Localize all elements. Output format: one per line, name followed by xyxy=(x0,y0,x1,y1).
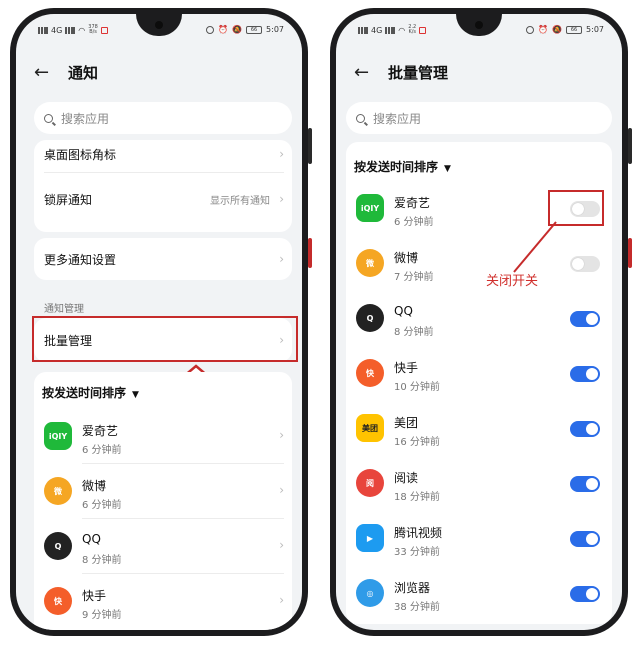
notification-settings-card: 桌面图标角标 › 锁屏通知 显示所有通知 › xyxy=(34,140,292,232)
iqiyi-icon: iQIY xyxy=(44,422,72,450)
weibo-icon: 微 xyxy=(44,477,72,505)
list-item: Q QQ 8 分钟前 xyxy=(356,292,604,346)
record-icon xyxy=(100,26,108,34)
more-settings-label: 更多通知设置 xyxy=(44,252,117,267)
back-arrow-icon[interactable]: ← xyxy=(34,62,68,83)
battery-icon: 66 xyxy=(246,25,263,34)
qq-penguin-icon: Q xyxy=(44,532,72,560)
annotation-pointer-line xyxy=(513,221,557,273)
dropdown-triangle-icon: ▼ xyxy=(132,390,139,400)
chevron-right-icon: › xyxy=(279,538,284,552)
search-icon xyxy=(44,113,53,123)
search-input[interactable]: 搜索应用 xyxy=(34,102,292,134)
page-title: 批量管理 xyxy=(388,63,449,82)
more-settings-card[interactable]: 更多通知设置 › xyxy=(34,238,292,280)
annotation-label: 关闭开关 xyxy=(486,274,539,289)
net-speed: 2.2 K/s xyxy=(408,24,417,35)
power-button xyxy=(308,238,312,268)
back-arrow-icon[interactable]: ← xyxy=(354,62,388,83)
chevron-right-icon: › xyxy=(279,483,284,497)
eye-icon xyxy=(206,25,215,34)
volume-button xyxy=(628,128,632,164)
notification-toggle[interactable] xyxy=(570,421,600,437)
highlight-box xyxy=(32,316,298,362)
chevron-right-icon: › xyxy=(279,192,284,206)
notification-toggle[interactable] xyxy=(570,256,600,272)
page-title: 通知 xyxy=(68,63,99,82)
reader-icon: 阅 xyxy=(356,469,384,497)
list-item: ◎ 浏览器 38 分钟前 xyxy=(356,567,604,621)
notification-settings-screen: 4G ◠ 378 B/s ⏰ 🔕 66 5:07 ← 通知 搜索应用 桌面图标角… xyxy=(16,14,302,630)
list-item: 微 微博 7 分钟前 xyxy=(356,237,604,291)
eye-icon xyxy=(526,25,535,34)
weibo-icon: 微 xyxy=(356,249,384,277)
list-item[interactable]: 微 微博 6 分钟前 › xyxy=(44,465,284,519)
signal-icon xyxy=(385,26,396,34)
lockscreen-setting-row[interactable]: 锁屏通知 显示所有通知 › xyxy=(44,184,284,214)
chevron-right-icon: › xyxy=(279,593,284,607)
top-bar: ← 通知 xyxy=(34,54,286,90)
notification-toggle[interactable] xyxy=(570,311,600,327)
search-icon xyxy=(356,113,365,123)
record-icon xyxy=(419,26,427,34)
mute-icon: 🔕 xyxy=(552,25,563,34)
left-phone: 4G ◠ 378 B/s ⏰ 🔕 66 5:07 ← 通知 搜索应用 桌面图标角… xyxy=(10,8,312,636)
app-list-card: 按发送时间排序 ▼ iQIY 爱奇艺 6 分钟前 › 微 微博 6 分钟前 › Q… xyxy=(34,372,292,630)
top-bar: ← 批量管理 xyxy=(354,54,606,90)
search-placeholder: 搜索应用 xyxy=(373,111,422,126)
network-type: 4G xyxy=(51,25,63,35)
lockscreen-value: 显示所有通知 xyxy=(210,195,270,207)
battery-icon: 66 xyxy=(566,25,583,34)
right-phone: 4G ◠ 2.2 K/s ⏰ 🔕 66 5:07 ← 批量管理 搜索应用 按发送… xyxy=(330,8,632,636)
notification-toggle[interactable] xyxy=(570,366,600,382)
badge-setting-row[interactable]: 桌面图标角标 › xyxy=(44,143,284,165)
network-type: 4G xyxy=(371,25,383,35)
search-input[interactable]: 搜索应用 xyxy=(346,102,612,134)
qq-penguin-icon: Q xyxy=(356,304,384,332)
list-item: 阅 阅读 18 分钟前 xyxy=(356,457,604,511)
status-bar: 4G ◠ 378 B/s ⏰ 🔕 66 5:07 xyxy=(38,25,284,39)
kuaishou-icon: 快 xyxy=(356,359,384,387)
clock: 5:07 xyxy=(266,25,284,34)
status-bar: 4G ◠ 2.2 K/s ⏰ 🔕 66 5:07 xyxy=(358,25,604,39)
list-item: ▶ 腾讯视频 33 分钟前 xyxy=(356,512,604,566)
wifi-icon: ◠ xyxy=(78,25,86,35)
alarm-icon: ⏰ xyxy=(538,25,549,34)
net-speed: 378 B/s xyxy=(88,24,98,35)
clock: 5:07 xyxy=(586,25,604,34)
list-item: 美团 美团 16 分钟前 xyxy=(356,402,604,456)
list-item[interactable]: 快 快手 9 分钟前 › xyxy=(44,575,284,629)
notification-toggle[interactable] xyxy=(570,476,600,492)
kuaishou-icon: 快 xyxy=(44,587,72,615)
meituan-icon: 美团 xyxy=(356,414,384,442)
notification-toggle[interactable] xyxy=(570,531,600,547)
mute-icon: 🔕 xyxy=(232,25,243,34)
sort-dropdown[interactable]: 按发送时间排序 ▼ xyxy=(42,384,139,401)
list-item[interactable]: Q QQ 8 分钟前 › xyxy=(44,520,284,574)
search-placeholder: 搜索应用 xyxy=(61,111,110,126)
batch-manage-screen: 4G ◠ 2.2 K/s ⏰ 🔕 66 5:07 ← 批量管理 搜索应用 按发送… xyxy=(336,14,622,630)
tencent-video-icon: ▶ xyxy=(356,524,384,552)
list-item: 快 快手 10 分钟前 xyxy=(356,347,604,401)
chevron-right-icon: › xyxy=(279,252,284,266)
signal-icon xyxy=(65,26,76,34)
power-button xyxy=(628,238,632,268)
alarm-icon: ⏰ xyxy=(218,25,229,34)
section-label: 通知管理 xyxy=(44,304,84,315)
notification-toggle[interactable] xyxy=(570,586,600,602)
browser-icon: ◎ xyxy=(356,579,384,607)
iqiyi-icon: iQIY xyxy=(356,194,384,222)
volume-button xyxy=(308,128,312,164)
chevron-right-icon: › xyxy=(279,147,284,161)
wifi-icon: ◠ xyxy=(398,25,406,35)
signal-icon xyxy=(38,26,48,34)
signal-icon xyxy=(358,26,368,34)
chevron-right-icon: › xyxy=(279,428,284,442)
dropdown-triangle-icon: ▼ xyxy=(444,164,451,174)
list-item[interactable]: iQIY 爱奇艺 6 分钟前 › xyxy=(44,410,284,464)
sort-dropdown[interactable]: 按发送时间排序 ▼ xyxy=(354,158,451,175)
